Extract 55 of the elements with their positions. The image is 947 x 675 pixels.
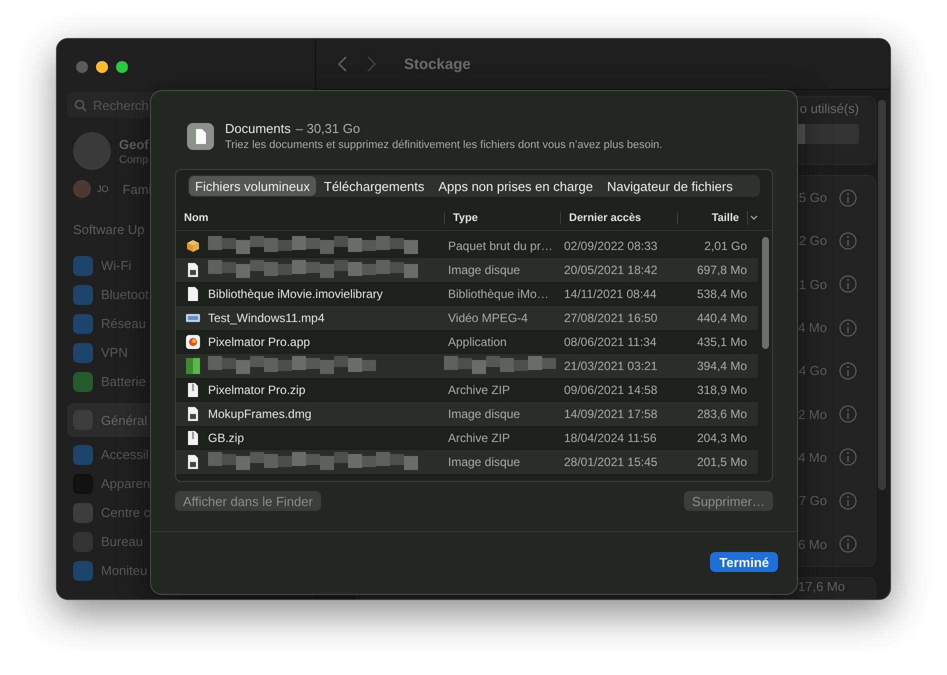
file-size: 283,6 Mo [696, 407, 747, 421]
sheet-description: Triez les documents et supprimez définitivement les fichiers dont vous n’avez plus besoin. [225, 139, 662, 151]
file-type: Image disque [447, 263, 522, 277]
file-name: GB.zip [208, 431, 246, 445]
last-access: 14/11/2021 08:44 [563, 287, 658, 301]
file-size: 204,3 Mo [696, 431, 747, 445]
file-name: Pixelmator Pro.zip [208, 383, 306, 397]
last-access: 02/09/2022 08:33 [563, 239, 658, 253]
file-name: Pixelmator Pro.app [208, 335, 312, 349]
file-size: 318,9 Mo [696, 383, 747, 397]
sidebar-item-label: Réseau [101, 316, 146, 331]
window-title: Stockage [404, 56, 471, 72]
last-access: 21/03/2021 03:21 [563, 359, 658, 373]
file-type: Archive ZIP [447, 383, 512, 397]
last-access: 20/05/2021 18:42 [563, 263, 658, 277]
sidebar-item-label: VPN [101, 345, 128, 360]
sidebar-item-label: Batterie [101, 374, 146, 389]
file-type: Application [447, 335, 508, 349]
file-type: Paquet brut du pr… [447, 239, 554, 253]
account-name: Geof [119, 136, 149, 152]
last-access: 28/01/2021 15:45 [563, 455, 658, 469]
file-type: Vidéo MPEG-4 [447, 311, 529, 325]
file-name: Bibliothèque iMovie.imovielibrary [208, 287, 384, 301]
file-type: Archive ZIP [447, 431, 512, 445]
file-size: 440,4 Mo [696, 311, 747, 325]
sidebar-item-label: Wi-Fi [101, 258, 132, 273]
file-name: Test_Windows11.mp4 [208, 311, 326, 325]
file-size: 538,4 Mo [696, 287, 747, 301]
last-access: 27/08/2021 16:50 [563, 311, 658, 325]
last-access: 18/04/2024 11:56 [563, 431, 658, 445]
file-name: MokupFrames.dmg [208, 407, 312, 421]
section-label: Software Up [73, 222, 146, 237]
file-type: Image disque [447, 455, 522, 469]
sheet-size: – 30,31 Go [296, 121, 360, 136]
sidebar-item-label: Apparen [101, 476, 150, 491]
storage-size: 17,6 Mo [798, 578, 845, 594]
last-access: 14/09/2021 17:58 [563, 407, 658, 421]
file-size: 2,01 Go [703, 239, 747, 253]
last-access: 08/06/2021 11:34 [563, 335, 658, 349]
family-initials: JO [97, 184, 109, 194]
storage-summary: o utilisé(s) [800, 101, 859, 116]
file-size: 697,8 Mo [696, 263, 747, 277]
sheet-title: Documents [225, 121, 291, 136]
sidebar-item-label: Bureau [101, 534, 143, 549]
sidebar-item-label: Moniteu [101, 563, 148, 578]
last-access: 09/06/2021 14:58 [563, 383, 658, 397]
sidebar-item-label: Bluetoot [101, 287, 149, 302]
file-size: 201,5 Mo [696, 455, 747, 469]
file-size: 435,1 Mo [696, 335, 747, 349]
account-subtitle: Comp [119, 154, 149, 166]
file-type: Bibliothèque iMo… [447, 287, 550, 301]
file-type: Image disque [447, 407, 522, 421]
sidebar-item-label: Accessil [101, 447, 149, 462]
sidebar-item-label: Général [101, 412, 148, 428]
file-size: 394,4 Mo [696, 359, 747, 373]
